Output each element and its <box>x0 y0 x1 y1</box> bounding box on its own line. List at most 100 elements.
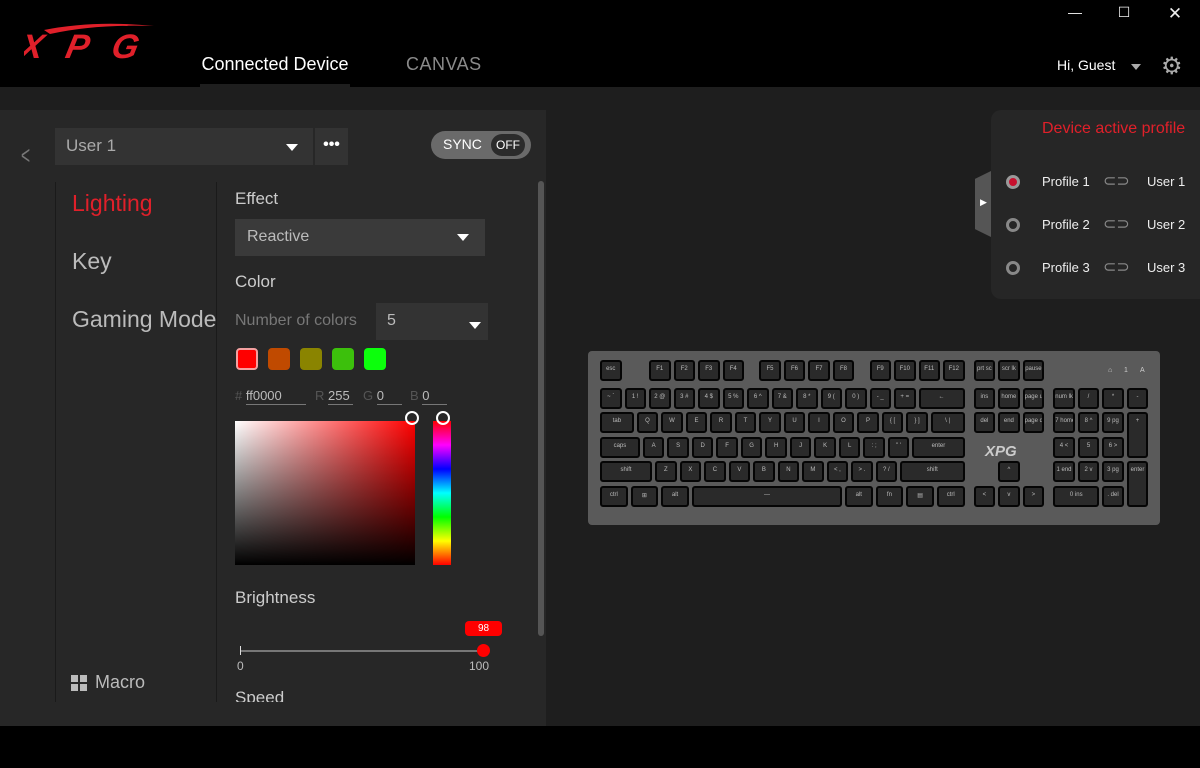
b-field[interactable]: B 0 <box>410 388 448 405</box>
key[interactable]: H <box>765 437 787 458</box>
key[interactable]: 7 & <box>771 388 793 409</box>
key[interactable]: fn <box>875 486 904 507</box>
key[interactable]: R <box>710 412 732 433</box>
key[interactable]: 3 # <box>673 388 695 409</box>
key[interactable]: F <box>716 437 738 458</box>
key[interactable]: < <box>973 486 996 507</box>
scrollbar[interactable] <box>538 181 544 636</box>
key[interactable]: } ] <box>906 412 928 433</box>
key[interactable]: { [ <box>881 412 904 433</box>
key[interactable]: F9 <box>869 360 891 381</box>
key[interactable]: 2 @ <box>649 388 671 409</box>
key[interactable]: F12 <box>943 360 965 381</box>
g-field[interactable]: G 0 <box>363 388 402 405</box>
key[interactable]: enter <box>1126 461 1149 507</box>
key[interactable]: / <box>1077 388 1100 409</box>
key[interactable]: shift <box>600 461 653 482</box>
key[interactable]: G <box>740 437 763 458</box>
key[interactable]: > . <box>851 461 873 482</box>
back-chevron-icon[interactable]: < <box>21 140 30 171</box>
key[interactable]: S <box>667 437 689 458</box>
profile-row[interactable]: Profile 3 ⊂⊃ User 3 <box>1005 259 1195 277</box>
sidebar-item-macro[interactable]: Macro <box>71 672 145 693</box>
key[interactable]: M <box>802 461 824 482</box>
key[interactable]: 6 ^ <box>747 388 769 409</box>
key[interactable]: ^ <box>998 461 1020 482</box>
sync-toggle[interactable]: SYNC OFF <box>431 131 531 159</box>
key[interactable]: 8 * <box>796 388 818 409</box>
key[interactable]: ins <box>973 388 996 409</box>
sidebar-item-gaming-mode[interactable]: Gaming Mode <box>72 306 216 333</box>
key[interactable]: 6 > <box>1102 437 1124 458</box>
key[interactable]: . del <box>1102 486 1124 507</box>
key[interactable]: shift <box>900 461 965 482</box>
key[interactable]: C <box>704 461 726 482</box>
key[interactable]: K <box>814 437 836 458</box>
b-input[interactable]: 0 <box>422 388 448 405</box>
key[interactable]: 4 $ <box>698 388 720 409</box>
key[interactable]: W <box>661 412 683 433</box>
key[interactable]: " ' <box>887 437 910 458</box>
r-input[interactable]: 255 <box>328 388 354 405</box>
key[interactable]: enter <box>912 437 965 458</box>
key[interactable]: F7 <box>808 360 830 381</box>
key[interactable]: A <box>642 437 665 458</box>
color-swatch[interactable] <box>332 348 354 370</box>
user-menu-caret-icon[interactable] <box>1131 64 1141 70</box>
key[interactable]: 7 home <box>1053 412 1075 433</box>
key[interactable]: F5 <box>759 360 781 381</box>
key[interactable]: end <box>998 412 1020 433</box>
profile-row[interactable]: Profile 2 ⊂⊃ User 2 <box>1005 216 1195 234</box>
key[interactable]: E <box>685 412 708 433</box>
key[interactable]: 1 ! <box>624 388 646 409</box>
key[interactable]: I <box>808 412 830 433</box>
key[interactable]: F11 <box>918 360 940 381</box>
profile-radio[interactable] <box>1006 218 1020 232</box>
key[interactable]: Z <box>655 461 677 482</box>
key[interactable]: page down <box>1022 412 1045 433</box>
key[interactable]: page up <box>1022 388 1045 409</box>
key[interactable]: 0 ) <box>845 388 867 409</box>
gear-icon[interactable]: ⚙ <box>1161 52 1183 81</box>
profile-radio[interactable] <box>1006 261 1020 275</box>
key[interactable]: 2 v <box>1077 461 1100 482</box>
key[interactable]: J <box>789 437 812 458</box>
key[interactable]: num lk <box>1053 388 1075 409</box>
key[interactable]: \ | <box>930 412 965 433</box>
saturation-value-picker[interactable] <box>235 421 415 565</box>
minimize-icon[interactable]: — <box>1064 4 1086 22</box>
profile-row[interactable]: Profile 1 ⊂⊃ User 1 <box>1005 173 1195 191</box>
key[interactable]: caps <box>600 437 640 458</box>
key[interactable]: + = <box>894 388 916 409</box>
key[interactable]: - _ <box>869 388 891 409</box>
key[interactable]: F4 <box>722 360 744 381</box>
key[interactable]: T <box>734 412 757 433</box>
tab-canvas[interactable]: CANVAS <box>406 54 482 75</box>
key[interactable]: alt <box>845 486 873 507</box>
key[interactable]: + <box>1126 412 1149 458</box>
key[interactable]: scr lk <box>998 360 1020 381</box>
key[interactable]: 9 ( <box>820 388 842 409</box>
r-field[interactable]: R 255 <box>315 388 354 405</box>
profile-radio[interactable] <box>1006 175 1020 189</box>
key[interactable]: ? / <box>875 461 898 482</box>
key[interactable]: F10 <box>894 360 916 381</box>
key[interactable]: B <box>753 461 775 482</box>
key[interactable]: 8 ^ <box>1077 412 1100 433</box>
color-swatch[interactable] <box>236 348 258 370</box>
key[interactable]: — <box>691 486 842 507</box>
key[interactable]: : ; <box>863 437 885 458</box>
key[interactable]: F6 <box>783 360 806 381</box>
profile-select[interactable]: User 1 <box>55 128 313 165</box>
key[interactable]: Q <box>636 412 659 433</box>
key[interactable]: ← <box>918 388 965 409</box>
key[interactable]: del <box>973 412 996 433</box>
brightness-slider[interactable]: 98 <box>240 621 503 657</box>
key[interactable]: 0 ins <box>1053 486 1100 507</box>
key[interactable]: L <box>838 437 861 458</box>
key[interactable]: 5 % <box>722 388 744 409</box>
key[interactable]: 1 end <box>1053 461 1075 482</box>
num-colors-select[interactable]: 5 <box>376 303 488 340</box>
tab-connected-device[interactable]: Connected Device <box>200 54 350 87</box>
key[interactable]: ▤ <box>906 486 934 507</box>
